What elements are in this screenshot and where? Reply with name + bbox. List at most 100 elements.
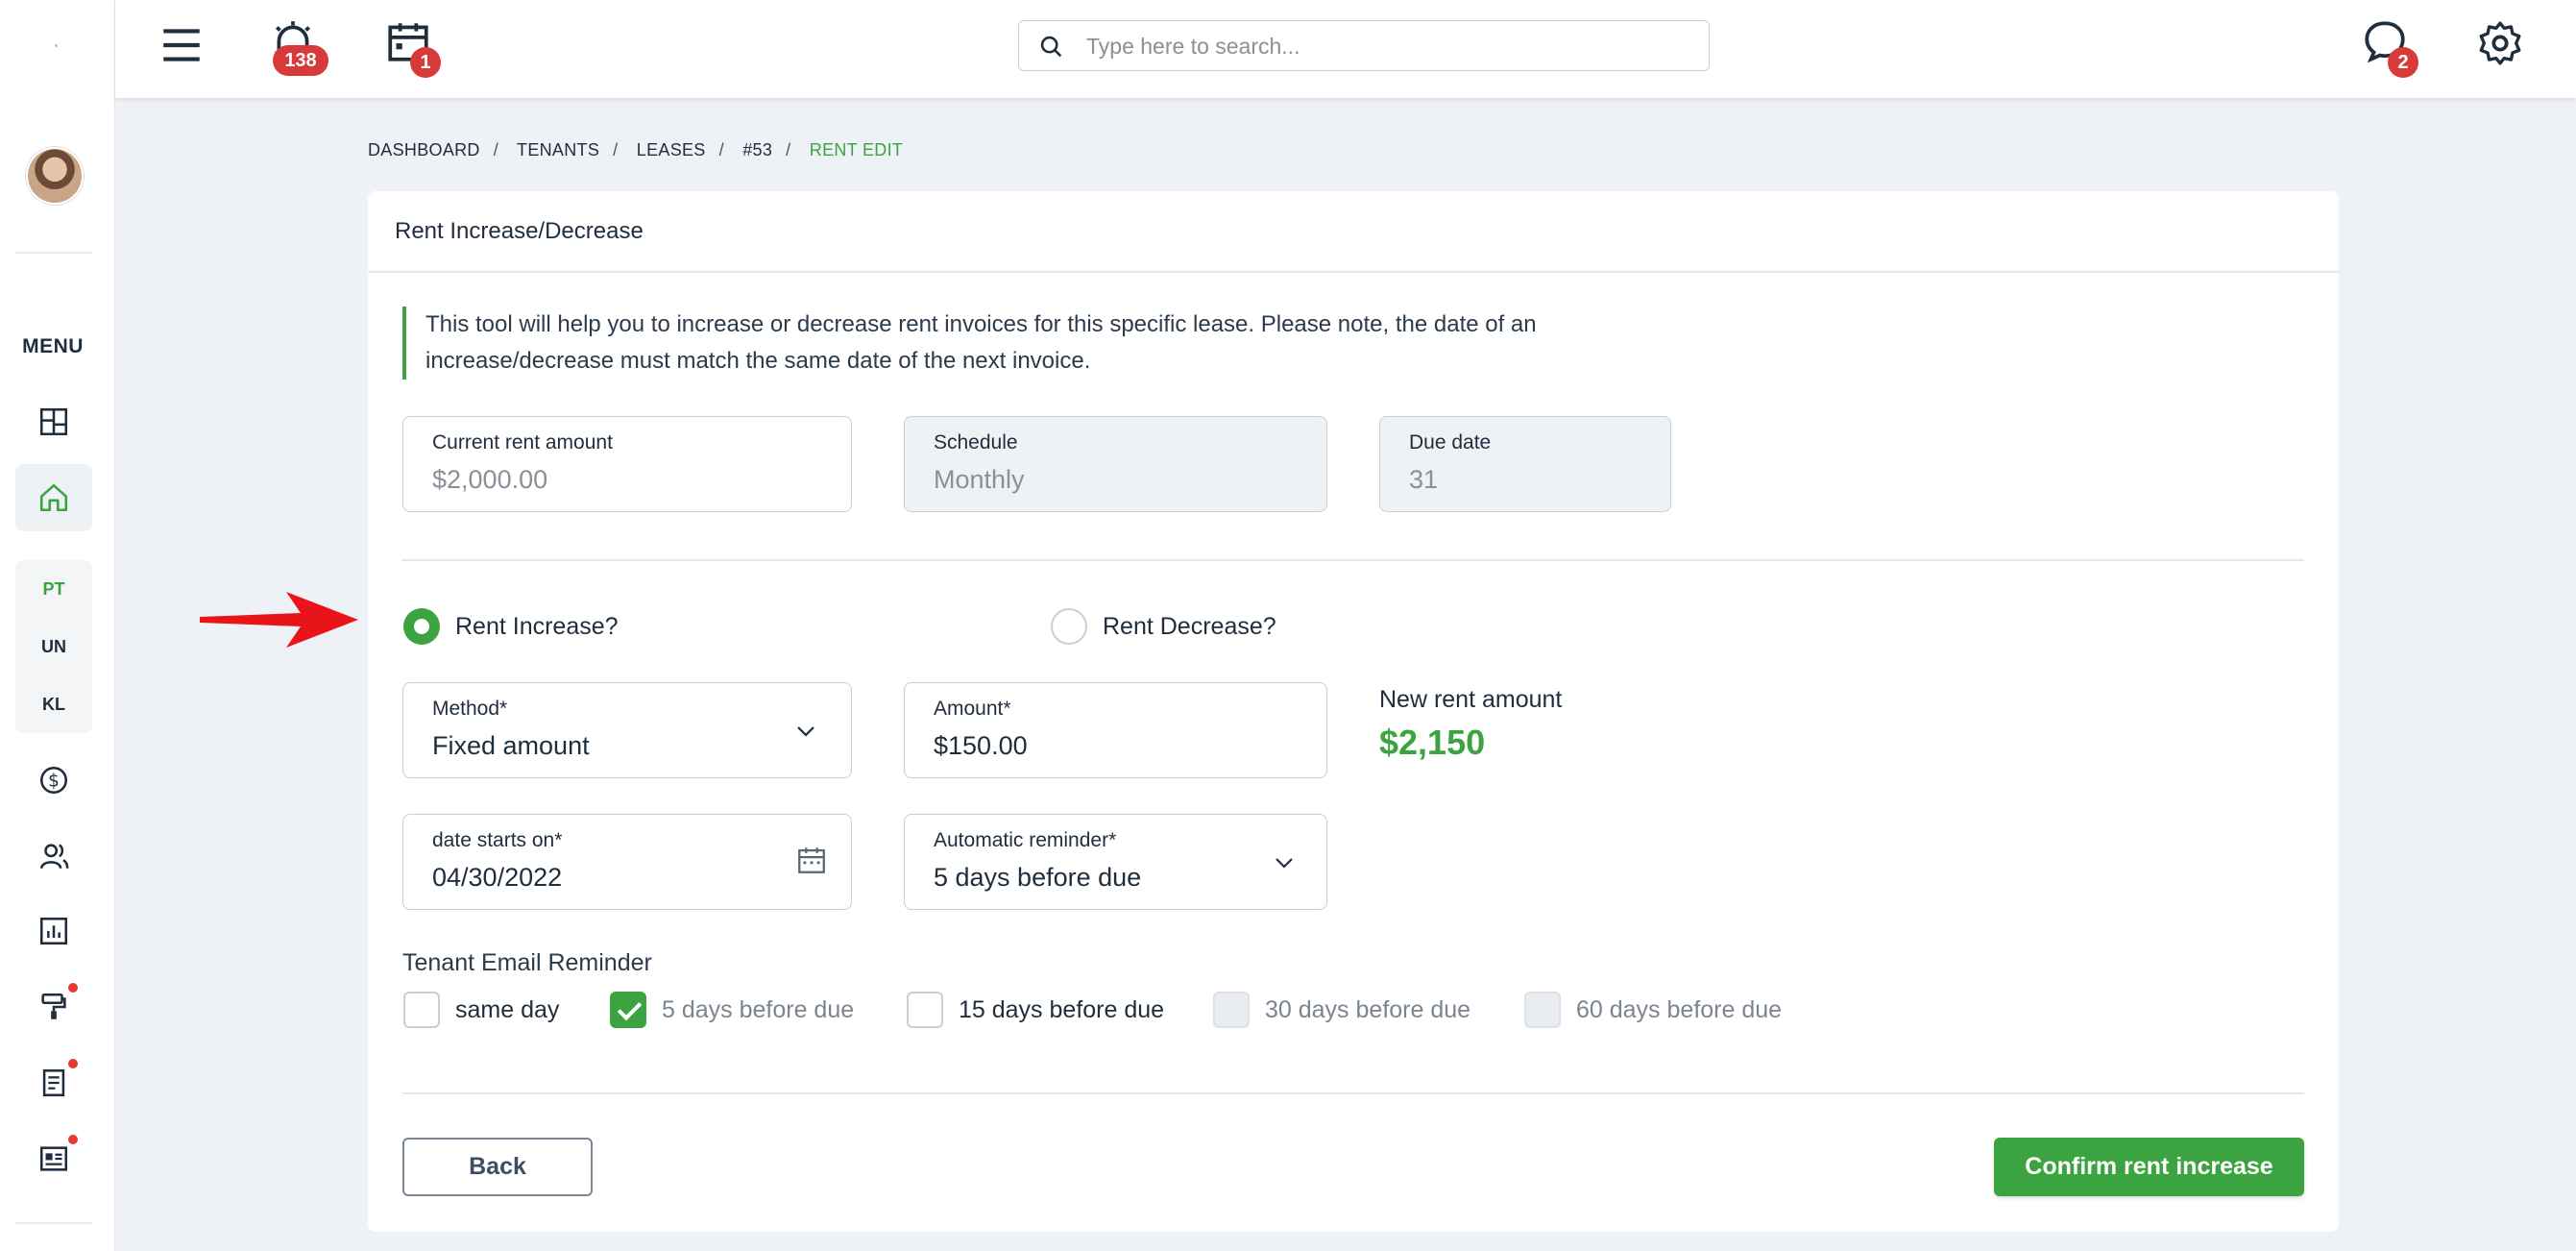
due-date-value: 31 <box>1409 465 1439 494</box>
rent-decrease-radio[interactable]: Rent Decrease? <box>1051 608 1276 645</box>
sidebar-item-listings[interactable] <box>15 1125 92 1192</box>
section-divider <box>402 1092 2304 1094</box>
search-input[interactable] <box>1086 29 1691 63</box>
submenu-item-un[interactable]: UN <box>15 618 92 675</box>
new-rent-label: New rent amount <box>1379 686 1563 713</box>
newspaper-icon <box>39 1146 68 1171</box>
submenu-item-kl[interactable]: KL <box>15 675 92 733</box>
checkbox-label: 60 days before due <box>1576 995 1783 1023</box>
chevron-down-icon <box>1276 858 1293 869</box>
date-starts-field[interactable]: date starts on* 04/30/2022 <box>402 814 852 910</box>
rent-increase-radio[interactable]: Rent Increase? <box>403 608 619 645</box>
schedule-value: Monthly <box>934 465 1025 494</box>
schedule-label: Schedule <box>934 431 1018 454</box>
sidebar-item-payments[interactable]: $ <box>15 747 92 814</box>
breadcrumb-leases[interactable]: LEASES <box>637 140 706 159</box>
home-icon <box>39 483 68 512</box>
hamburger-menu-icon[interactable] <box>158 21 206 69</box>
method-select[interactable]: Method* Fixed amount <box>402 682 852 778</box>
current-rent-value: $2,000.00 <box>432 465 548 494</box>
chevron-down-icon <box>797 726 814 737</box>
breadcrumb-lease-id[interactable]: #53 <box>742 140 772 159</box>
search-box[interactable] <box>1018 20 1710 71</box>
svg-text:$: $ <box>48 771 60 791</box>
calendar-picker-icon[interactable] <box>795 844 828 876</box>
calendar-badge: 1 <box>410 47 441 78</box>
dashboard-icon <box>39 407 68 436</box>
date-starts-value: 04/30/2022 <box>432 863 563 892</box>
section-divider <box>402 559 2304 561</box>
breadcrumb-current: RENT EDIT <box>809 140 904 159</box>
checkbox[interactable] <box>907 992 943 1028</box>
email-reminder-5-days[interactable]: 5 days before due <box>610 992 854 1028</box>
menu-label: MENU <box>22 335 84 357</box>
automatic-reminder-select[interactable]: Automatic reminder* 5 days before due <box>904 814 1327 910</box>
email-reminder-15-days[interactable]: 15 days before due <box>907 992 1164 1028</box>
tenant-email-reminder-label: Tenant Email Reminder <box>402 949 652 976</box>
schedule-field: Schedule Monthly <box>904 416 1327 512</box>
paint-roller-icon <box>41 993 66 1019</box>
sidebar-item-tenants[interactable] <box>15 822 92 890</box>
date-starts-label: date starts on* <box>432 829 563 851</box>
breadcrumb-dashboard[interactable]: DASHBOARD <box>368 140 480 159</box>
chat-badge: 2 <box>2388 47 2418 78</box>
logo-dot <box>55 44 58 47</box>
amount-field[interactable]: Amount* $150.00 <box>904 682 1327 778</box>
checkbox-label: 15 days before due <box>959 995 1165 1023</box>
notification-dot <box>68 983 78 993</box>
current-rent-field[interactable]: Current rent amount $2,000.00 <box>402 416 852 512</box>
dollar-icon: $ <box>39 766 68 795</box>
email-reminder-60-days: 60 days before due <box>1524 992 1782 1028</box>
current-rent-label: Current rent amount <box>432 431 613 454</box>
radio-unselected-indicator[interactable] <box>1051 608 1087 645</box>
back-button[interactable]: Back <box>402 1138 593 1196</box>
document-icon <box>42 1068 65 1097</box>
confirm-rent-increase-button[interactable]: Confirm rent increase <box>1994 1138 2304 1196</box>
card-title: Rent Increase/Decrease <box>395 218 644 244</box>
annotation-arrow-radio <box>200 592 358 648</box>
checkbox-label: 5 days before due <box>662 995 855 1023</box>
sidebar-item-dashboard[interactable] <box>15 388 92 455</box>
due-date-field: Due date 31 <box>1379 416 1671 512</box>
submenu-item-pt[interactable]: PT <box>15 560 92 618</box>
users-icon <box>39 844 69 870</box>
breadcrumb: DASHBOARD / TENANTS / LEASES / #53/ RENT ED… <box>368 140 904 159</box>
due-date-label: Due date <box>1409 431 1492 454</box>
gear-icon[interactable] <box>2476 19 2524 67</box>
new-rent-value: $2,150 <box>1379 723 1486 762</box>
top-bar: 138 1 2 <box>115 0 2576 98</box>
info-notice: This tool will help you to increase or d… <box>402 307 1651 380</box>
sidebar-divider <box>15 1222 92 1224</box>
automatic-reminder-value: 5 days before due <box>934 863 1142 892</box>
method-label: Method* <box>432 698 508 720</box>
checkbox-label: same day <box>455 995 560 1023</box>
amount-value: $150.00 <box>934 731 1028 760</box>
rent-decrease-label: Rent Decrease? <box>1103 612 1276 640</box>
method-value: Fixed amount <box>432 731 590 760</box>
sidebar-item-reports[interactable] <box>15 897 92 965</box>
sidebar-item-maintenance[interactable] <box>15 973 92 1041</box>
checkbox-disabled <box>1524 992 1561 1028</box>
rent-increase-label: Rent Increase? <box>455 612 619 640</box>
sidebar-item-properties[interactable] <box>15 464 92 531</box>
radio-selected-indicator[interactable] <box>403 608 440 645</box>
sidebar-item-documents[interactable] <box>15 1049 92 1116</box>
notification-dot <box>68 1135 78 1144</box>
email-reminder-30-days: 30 days before due <box>1213 992 1470 1028</box>
alarm-badge: 138 <box>273 45 328 76</box>
email-reminder-same-day[interactable]: same day <box>403 992 559 1028</box>
properties-submenu: PT UN KL <box>15 560 92 733</box>
avatar[interactable] <box>26 147 84 205</box>
checkbox[interactable] <box>403 992 440 1028</box>
rent-edit-card: Rent Increase/Decrease This tool will he… <box>368 191 2339 1232</box>
notification-dot <box>68 1059 78 1068</box>
card-header-divider <box>368 271 2339 273</box>
automatic-reminder-label: Automatic reminder* <box>934 829 1117 851</box>
chart-icon <box>39 917 68 945</box>
amount-label: Amount* <box>934 698 1011 720</box>
checkbox-checked[interactable] <box>610 992 646 1028</box>
breadcrumb-tenants[interactable]: TENANTS <box>517 140 599 159</box>
sidebar-divider <box>15 252 92 254</box>
search-icon <box>1040 36 1062 58</box>
checkbox-disabled <box>1213 992 1250 1028</box>
